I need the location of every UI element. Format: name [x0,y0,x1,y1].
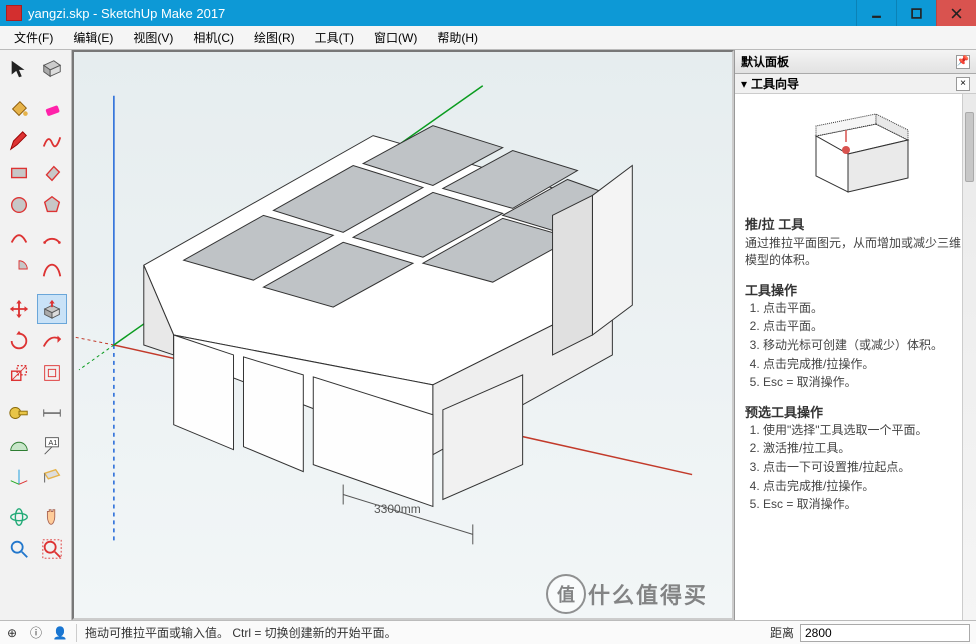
help-op-item: 移动光标可创建（或减少）体积。 [763,336,966,355]
menu-item[interactable]: 窗口(W) [364,29,427,46]
help-op-item: Esc = 取消操作。 [763,373,966,392]
tool-circle[interactable] [4,190,34,220]
model-canvas [74,52,732,618]
tool-axes[interactable] [4,462,34,492]
tool-dimension[interactable] [37,398,67,428]
minimize-button[interactable] [856,0,896,26]
pin-icon[interactable]: 📌 [956,55,970,69]
panel-header[interactable]: 默认面板 📌 [735,50,976,74]
menu-item[interactable]: 帮助(H) [427,29,488,46]
tool-protractor[interactable] [4,430,34,460]
svg-text:A1: A1 [48,438,57,447]
measurement-label: 距离 [764,624,800,641]
menu-item[interactable]: 绘图(R) [244,29,305,46]
help-pres-list: 使用"选择"工具选取一个平面。激活推/拉工具。点击一下可设置推/拉起点。点击完成… [745,421,966,514]
help-pre-item: Esc = 取消操作。 [763,495,966,514]
model-viewport[interactable]: 3300mm 值 什么值得买 [72,50,734,620]
tool-zoom[interactable] [4,534,34,564]
tool-paint-bucket[interactable] [4,94,34,124]
maximize-button[interactable] [896,0,936,26]
tool-palette: A1 [0,50,72,620]
panel-body: 推/拉 工具 通过推拉平面图元，从而增加或减少三维模型的体积。 工具操作 点击平… [735,94,976,620]
tool-follow-me[interactable] [37,326,67,356]
help-pre-item: 使用"选择"工具选取一个平面。 [763,421,966,440]
help-ops-list: 点击平面。点击平面。移动光标可创建（或减少）体积。点击完成推/拉操作。Esc =… [745,299,966,392]
measurement-input[interactable] [800,624,970,642]
help-op-item: 点击平面。 [763,317,966,336]
tool-freehand[interactable] [37,126,67,156]
tool-diagram [796,106,916,196]
menu-item[interactable]: 工具(T) [305,29,364,46]
menu-item[interactable]: 相机(C) [183,29,244,46]
tool-pencil[interactable] [4,126,34,156]
tool-push-pull[interactable] [37,294,67,324]
section-close-icon[interactable]: × [956,77,970,91]
tool-arc2[interactable] [37,222,67,252]
tool-rectangle[interactable] [4,158,34,188]
dimension-label: 3300mm [374,502,421,516]
help-tool-desc: 通过推拉平面图元，从而增加或减少三维模型的体积。 [745,235,966,270]
status-hint: 拖动可推拉平面或输入值。 Ctrl = 切换创建新的开始平面。 [81,624,764,641]
user-icon[interactable]: 👤 [48,626,72,640]
help-op-item: 点击完成推/拉操作。 [763,355,966,374]
scrollbar-thumb[interactable] [965,112,974,182]
menu-item[interactable]: 文件(F) [4,29,63,46]
tool-move[interactable] [4,294,34,324]
tool-pie-arc[interactable] [4,254,34,284]
window-title: yangzi.skp - SketchUp Make 2017 [28,6,856,21]
tool-text[interactable]: A1 [37,430,67,460]
help-pre-item: 点击完成推/拉操作。 [763,477,966,496]
tool-offset[interactable] [37,358,67,388]
tool-section[interactable] [37,462,67,492]
help-op-title: 工具操作 [745,280,966,299]
help-pre-item: 点击一下可设置推/拉起点。 [763,458,966,477]
geolocation-icon[interactable]: ⊕ [0,626,24,640]
disclosure-triangle-icon: ▾ [741,77,747,91]
menu-bar: 文件(F)编辑(E)视图(V)相机(C)绘图(R)工具(T)窗口(W)帮助(H) [0,26,976,50]
menu-item[interactable]: 编辑(E) [63,29,123,46]
close-button[interactable] [936,0,976,26]
tool-polygon[interactable] [37,190,67,220]
tool-pan[interactable] [37,502,67,532]
help-pre-item: 激活推/拉工具。 [763,439,966,458]
tool-scale[interactable] [4,358,34,388]
tool-bezier[interactable] [37,254,67,284]
title-bar: yangzi.skp - SketchUp Make 2017 [0,0,976,26]
tool-orbit[interactable] [4,502,34,532]
tool-rotated-rect[interactable] [37,158,67,188]
tool-zoom-extents[interactable] [37,534,67,564]
tool-eraser-block[interactable] [37,54,67,84]
app-icon [6,5,22,21]
instructor-panel: 默认面板 📌 ▾ 工具向导 × 推/拉 工具 通过推拉平面图元，从而 [734,50,976,620]
tool-arc[interactable] [4,222,34,252]
panel-section-header[interactable]: ▾ 工具向导 × [735,74,976,94]
help-op-item: 点击平面。 [763,299,966,318]
help-tool-title: 推/拉 工具 [745,214,966,233]
help-pre-title: 预选工具操作 [745,402,966,421]
tool-rotate[interactable] [4,326,34,356]
tool-eraser[interactable] [37,94,67,124]
tool-tape[interactable] [4,398,34,428]
tool-select[interactable] [4,54,34,84]
status-bar: ⊕ ⓘ 👤 拖动可推拉平面或输入值。 Ctrl = 切换创建新的开始平面。 距离 [0,620,976,644]
panel-scrollbar[interactable] [962,94,976,620]
credits-icon[interactable]: ⓘ [24,624,48,641]
menu-item[interactable]: 视图(V) [123,29,183,46]
